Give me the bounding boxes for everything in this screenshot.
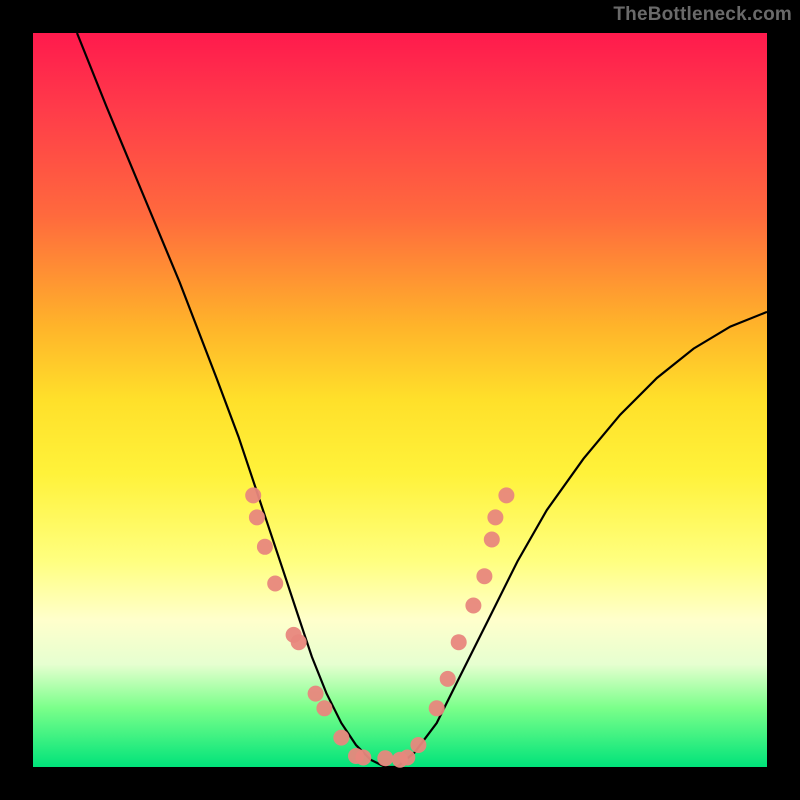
data-marker (487, 509, 503, 525)
chart-frame: TheBottleneck.com (0, 0, 800, 800)
watermark-text: TheBottleneck.com (613, 4, 792, 26)
data-marker (476, 568, 492, 584)
plot-area (33, 33, 767, 767)
data-marker (465, 598, 481, 614)
data-marker (498, 487, 514, 503)
data-marker (399, 750, 415, 766)
data-marker (440, 671, 456, 687)
data-marker (291, 634, 307, 650)
data-marker (308, 686, 324, 702)
data-marker (333, 730, 349, 746)
data-marker (484, 532, 500, 548)
data-marker (410, 737, 426, 753)
bottleneck-curve (77, 33, 767, 767)
data-marker (429, 700, 445, 716)
data-marker (377, 750, 393, 766)
data-marker (316, 700, 332, 716)
data-marker (355, 750, 371, 766)
data-marker (267, 576, 283, 592)
data-markers (245, 487, 514, 767)
data-marker (257, 539, 273, 555)
chart-svg (33, 33, 767, 767)
data-marker (451, 634, 467, 650)
data-marker (249, 509, 265, 525)
data-marker (245, 487, 261, 503)
